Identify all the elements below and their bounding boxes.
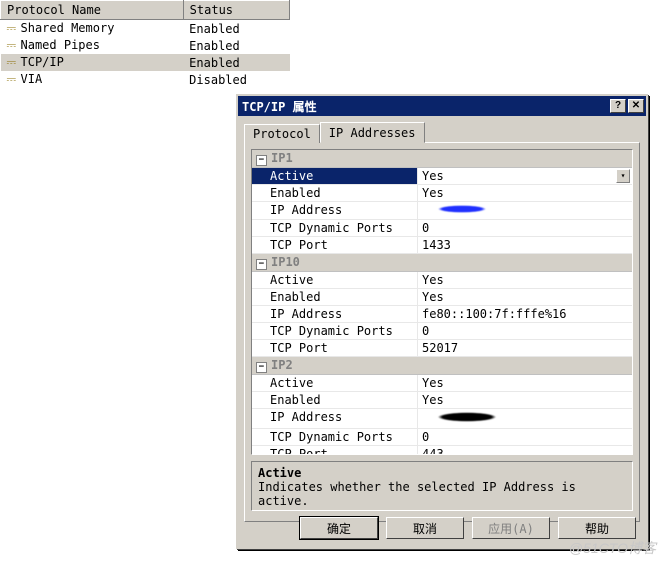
- property-row[interactable]: TCP Port1433: [252, 237, 632, 254]
- tab-protocol[interactable]: Protocol: [244, 124, 320, 143]
- property-name: Active: [252, 375, 418, 391]
- apply-button[interactable]: 应用(A): [472, 517, 550, 539]
- protocol-row[interactable]: ⎓VIADisabled: [1, 71, 290, 88]
- property-name: Enabled: [252, 185, 418, 201]
- property-description: Active Indicates whether the selected IP…: [251, 461, 633, 511]
- protocol-row[interactable]: ⎓Named PipesEnabled: [1, 37, 290, 54]
- group-header[interactable]: −IP2: [252, 357, 632, 375]
- property-value[interactable]: 0: [418, 220, 632, 236]
- property-value[interactable]: Yes: [418, 185, 632, 201]
- property-value[interactable]: Yes: [418, 375, 632, 391]
- property-name: Enabled: [252, 392, 418, 408]
- dropdown-icon[interactable]: ▾: [616, 169, 630, 183]
- col-status[interactable]: Status: [183, 1, 289, 20]
- property-value[interactable]: fe80::100:7f:fffe%16: [418, 306, 632, 322]
- desc-text: Indicates whether the selected IP Addres…: [258, 480, 626, 508]
- protocol-icon: ⎓: [7, 21, 19, 36]
- protocol-icon: ⎓: [7, 72, 19, 87]
- property-name: TCP Port: [252, 237, 418, 253]
- dialog-button-row: 确定 取消 应用(A) 帮助: [238, 517, 646, 539]
- property-value[interactable]: Yes: [418, 392, 632, 408]
- property-row[interactable]: ActiveYes: [252, 375, 632, 392]
- protocol-list-table: Protocol Name Status ⎓Shared MemoryEnabl…: [0, 0, 290, 88]
- tab-strip: ProtocolIP Addresses: [244, 122, 640, 142]
- property-row[interactable]: TCP Dynamic Ports0: [252, 429, 632, 446]
- protocol-icon: ⎓: [7, 38, 19, 53]
- group-header[interactable]: −IP1: [252, 150, 632, 168]
- desc-heading: Active: [258, 466, 626, 480]
- property-name: Active: [252, 272, 418, 288]
- property-row[interactable]: EnabledYes: [252, 185, 632, 202]
- dialog-title: TCP/IP 属性: [242, 98, 608, 115]
- property-row[interactable]: TCP Dynamic Ports0: [252, 220, 632, 237]
- property-row[interactable]: IP Address: [252, 202, 632, 220]
- cancel-button[interactable]: 取消: [386, 517, 464, 539]
- collapse-icon[interactable]: −: [256, 259, 267, 270]
- watermark: @51CTO博客: [569, 538, 656, 558]
- property-value[interactable]: 52017: [418, 340, 632, 356]
- property-name: TCP Port: [252, 340, 418, 356]
- property-name: IP Address: [252, 306, 418, 322]
- property-row[interactable]: TCP Port52017: [252, 340, 632, 357]
- property-name: Enabled: [252, 289, 418, 305]
- property-row[interactable]: TCP Dynamic Ports0: [252, 323, 632, 340]
- help-button[interactable]: 帮助: [558, 517, 636, 539]
- property-value[interactable]: Yes▾: [418, 168, 632, 184]
- tab-ip-addresses[interactable]: IP Addresses: [320, 122, 425, 143]
- protocol-icon: ⎓: [7, 55, 19, 70]
- property-value[interactable]: 0: [418, 429, 632, 445]
- property-name: TCP Dynamic Ports: [252, 220, 418, 236]
- property-row[interactable]: TCP Port443: [252, 446, 632, 455]
- property-value[interactable]: [418, 409, 632, 428]
- property-value[interactable]: 1433: [418, 237, 632, 253]
- redacted-black: [422, 410, 512, 424]
- property-name: TCP Dynamic Ports: [252, 323, 418, 339]
- protocol-row[interactable]: ⎓TCP/IPEnabled: [1, 54, 290, 71]
- property-name: IP Address: [252, 409, 418, 428]
- help-titlebar-button[interactable]: ?: [610, 99, 626, 113]
- redacted-blue: [422, 203, 502, 215]
- tab-panel-ip: −IP1ActiveYes▾EnabledYesIP AddressTCP Dy…: [244, 142, 640, 522]
- collapse-icon[interactable]: −: [256, 155, 267, 166]
- property-row[interactable]: ActiveYes▾: [252, 168, 632, 185]
- property-name: TCP Port: [252, 446, 418, 455]
- property-name: IP Address: [252, 202, 418, 219]
- ok-button[interactable]: 确定: [300, 517, 378, 539]
- property-value[interactable]: 443: [418, 446, 632, 455]
- collapse-icon[interactable]: −: [256, 362, 267, 373]
- group-header[interactable]: −IP10: [252, 254, 632, 272]
- property-row[interactable]: IP Addressfe80::100:7f:fffe%16: [252, 306, 632, 323]
- col-protocol[interactable]: Protocol Name: [1, 1, 184, 20]
- property-row[interactable]: EnabledYes: [252, 392, 632, 409]
- property-row[interactable]: EnabledYes: [252, 289, 632, 306]
- property-grid[interactable]: −IP1ActiveYes▾EnabledYesIP AddressTCP Dy…: [251, 149, 633, 455]
- protocol-row[interactable]: ⎓Shared MemoryEnabled: [1, 20, 290, 38]
- dialog-titlebar[interactable]: TCP/IP 属性 ? ✕: [238, 96, 646, 116]
- property-value[interactable]: Yes: [418, 289, 632, 305]
- property-value[interactable]: 0: [418, 323, 632, 339]
- property-value[interactable]: Yes: [418, 272, 632, 288]
- property-name: Active: [252, 168, 418, 184]
- property-value[interactable]: [418, 202, 632, 219]
- tcpip-properties-dialog: TCP/IP 属性 ? ✕ ProtocolIP Addresses −IP1A…: [236, 94, 648, 549]
- property-name: TCP Dynamic Ports: [252, 429, 418, 445]
- property-row[interactable]: IP Address: [252, 409, 632, 429]
- property-row[interactable]: ActiveYes: [252, 272, 632, 289]
- close-titlebar-button[interactable]: ✕: [628, 99, 644, 113]
